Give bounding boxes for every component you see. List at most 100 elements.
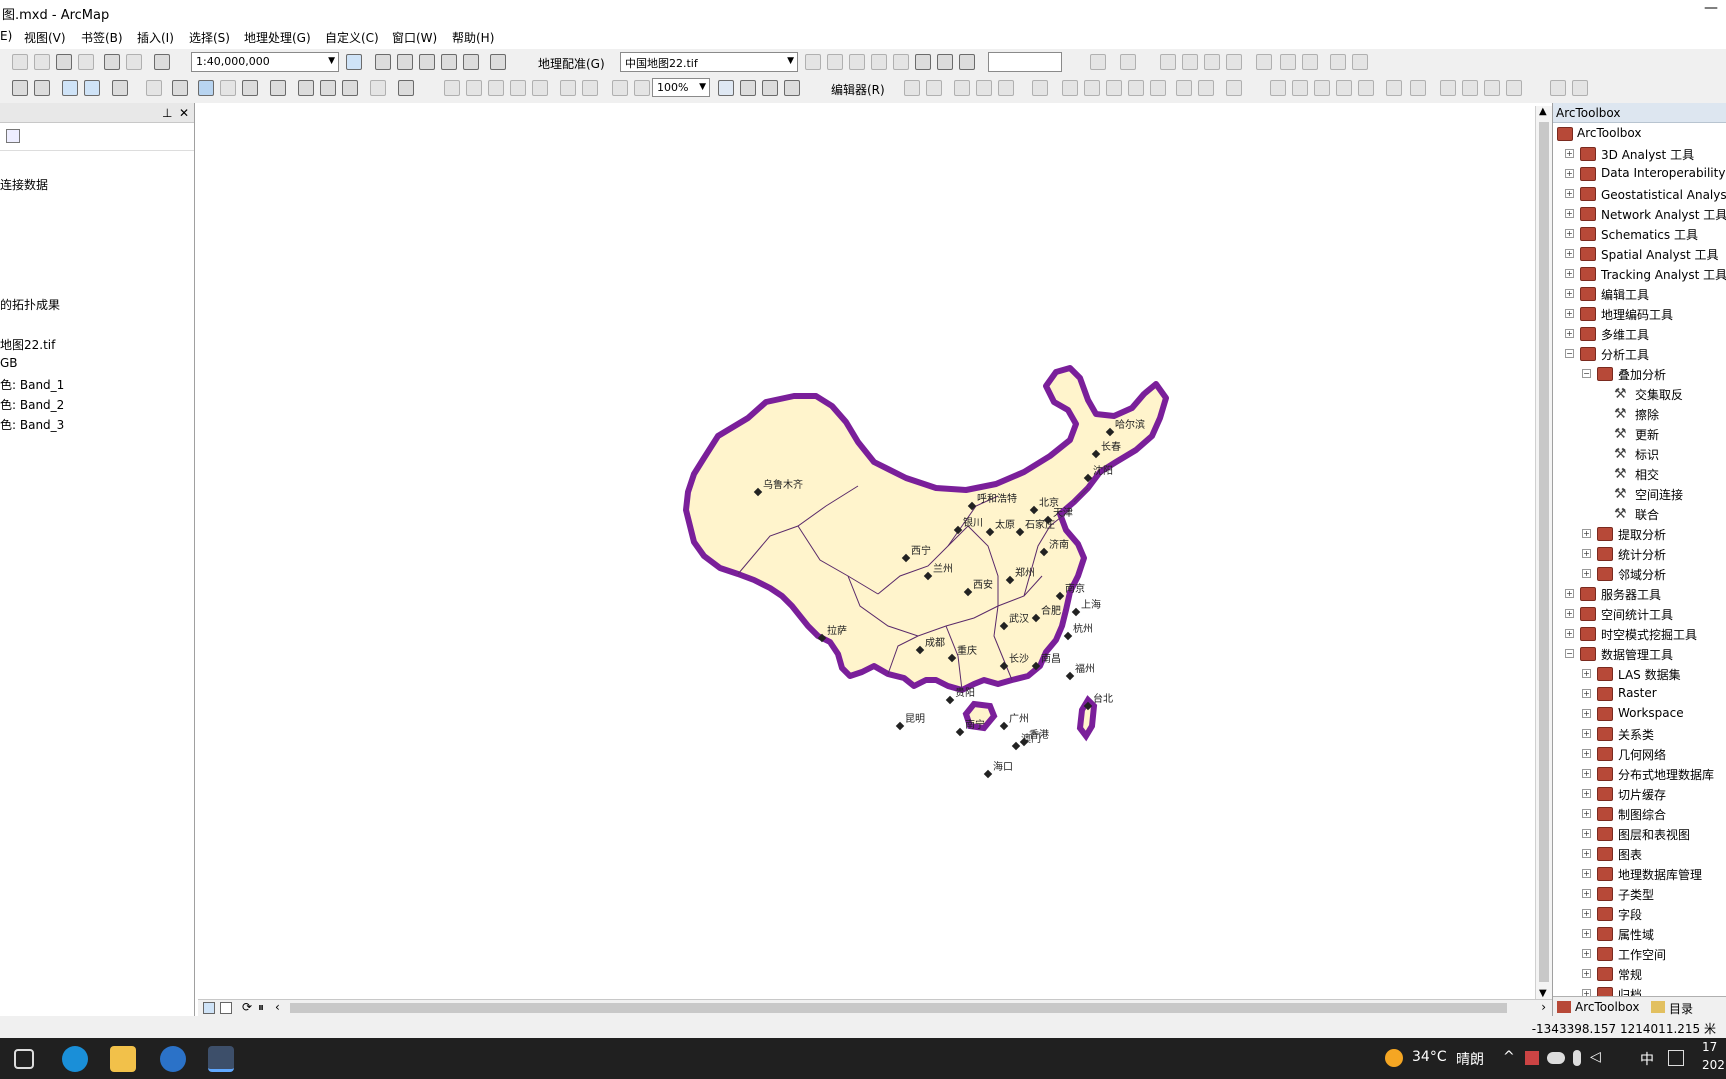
speaker-icon[interactable]: ◁ (1590, 1049, 1601, 1065)
clock-date[interactable]: 202 (1702, 1058, 1725, 1072)
expand-icon[interactable]: + (1565, 169, 1574, 178)
refresh-icon[interactable] (959, 54, 975, 70)
map-view[interactable]: 乌鲁木齐 哈尔滨 长春 沈阳 呼和浩特 北京 天津 银川 太原 石家庄 济南 西宁 兰州 西安 郑州 拉萨 成都… (198, 106, 1535, 999)
expand-icon[interactable]: + (1582, 929, 1591, 938)
flip-icon[interactable] (1160, 54, 1176, 70)
georeferencing-menu[interactable]: 地理配准(G) (538, 55, 605, 72)
weather-text[interactable]: 晴朗 (1456, 1049, 1484, 1069)
undo-icon[interactable] (104, 54, 120, 70)
pan-page-icon[interactable] (488, 80, 504, 96)
measure-icon[interactable] (270, 80, 286, 96)
forward-arrow-icon[interactable] (84, 80, 100, 96)
expand-icon[interactable]: + (1582, 849, 1591, 858)
expand-icon[interactable]: + (1582, 829, 1591, 838)
edit-tool-icon[interactable] (904, 80, 920, 96)
menu-selection[interactable]: 选择(S) (189, 29, 230, 46)
table-icon[interactable] (937, 54, 953, 70)
edge-browser-icon[interactable] (62, 1046, 88, 1072)
unlink-icon[interactable] (1352, 54, 1368, 70)
toggle-draft-icon[interactable] (718, 80, 734, 96)
clock-time[interactable]: 17 (1702, 1040, 1717, 1054)
editor-menu[interactable]: 编辑器(R) (831, 81, 885, 98)
menu-geoprocessing[interactable]: 地理处理(G) (244, 29, 311, 46)
search-app-icon[interactable] (160, 1046, 186, 1072)
shift-icon[interactable] (871, 54, 887, 70)
expand-icon[interactable]: + (1582, 769, 1591, 778)
globe-icon[interactable] (1090, 54, 1106, 70)
create-viewer-icon[interactable] (398, 80, 414, 96)
scroll-right-icon[interactable]: › (1541, 1000, 1546, 1014)
time-slider-icon[interactable] (370, 80, 386, 96)
next-extent-icon[interactable] (634, 80, 650, 96)
expand-icon[interactable]: + (1582, 749, 1591, 758)
expand-icon[interactable]: + (1582, 909, 1591, 918)
find-icon[interactable] (298, 80, 314, 96)
expand-icon[interactable]: + (1582, 569, 1591, 578)
expand-icon[interactable]: + (1565, 309, 1574, 318)
arcmap-taskbar-icon[interactable] (208, 1046, 234, 1072)
generalize-icon[interactable] (1440, 80, 1456, 96)
expand-icon[interactable]: + (1565, 289, 1574, 298)
cut-icon[interactable] (12, 54, 28, 70)
attributes-icon[interactable] (1176, 80, 1192, 96)
viewer-icon[interactable] (893, 54, 909, 70)
expand-icon[interactable]: + (1565, 209, 1574, 218)
redo-icon[interactable] (126, 54, 142, 70)
expand-icon[interactable]: + (1565, 189, 1574, 198)
collapse-icon[interactable]: − (1565, 649, 1574, 658)
delete-icon[interactable] (78, 54, 94, 70)
tab-arctoolbox[interactable]: ArcToolbox (1575, 1000, 1639, 1014)
merge-icon[interactable] (1280, 54, 1296, 70)
copy-icon[interactable] (34, 54, 50, 70)
expand-icon[interactable]: + (1565, 589, 1574, 598)
trace-icon[interactable] (998, 80, 1014, 96)
shared-features-icon[interactable] (1410, 80, 1426, 96)
point-icon[interactable] (1032, 80, 1048, 96)
microphone-icon[interactable] (1573, 1050, 1581, 1066)
map-vertical-scrollbar[interactable]: ▲ ▼ (1535, 106, 1552, 999)
topology-edit-icon[interactable] (1292, 80, 1308, 96)
rotate-icon[interactable] (849, 54, 865, 70)
straight-segment-icon[interactable] (954, 80, 970, 96)
expand-icon[interactable]: + (1582, 709, 1591, 718)
table-of-contents-icon[interactable] (375, 54, 391, 70)
fixed-zoom-out-icon[interactable] (582, 80, 598, 96)
select-elements-icon[interactable] (172, 80, 188, 96)
clear-selection-icon[interactable] (146, 80, 162, 96)
focus-data-frame-icon[interactable] (740, 80, 756, 96)
weather-temp[interactable]: 34°C (1412, 1049, 1447, 1065)
paste-icon[interactable] (56, 54, 72, 70)
expand-icon[interactable]: + (1582, 549, 1591, 558)
toc-item[interactable]: 连接数据 (0, 176, 48, 193)
link-icon[interactable] (1330, 54, 1346, 70)
reset-icon[interactable] (1226, 54, 1242, 70)
layout-view-icon[interactable] (220, 1002, 232, 1014)
expand-icon[interactable]: + (1582, 969, 1591, 978)
fixed-zoom-icon[interactable] (34, 80, 50, 96)
expand-icon[interactable]: + (1582, 949, 1591, 958)
expand-icon[interactable]: + (1565, 229, 1574, 238)
arctoolbox-icon[interactable] (441, 54, 457, 70)
route-icon[interactable] (320, 80, 336, 96)
split-icon[interactable] (1302, 54, 1318, 70)
zoom-100-icon[interactable] (532, 80, 548, 96)
editor-toolbar-icon[interactable] (346, 54, 362, 70)
georef-layer-select[interactable]: 中国地图22.tif ▼ (620, 52, 798, 72)
expand-icon[interactable]: + (1582, 889, 1591, 898)
edit-vertices-icon[interactable] (1062, 80, 1078, 96)
cloud-icon[interactable] (1547, 1052, 1565, 1064)
collapse-icon[interactable]: − (1582, 369, 1591, 378)
zoom-out-page-icon[interactable] (466, 80, 482, 96)
topology-icon[interactable] (1270, 80, 1286, 96)
expand-icon[interactable]: + (1565, 269, 1574, 278)
blank-input[interactable] (988, 52, 1062, 72)
expand-icon[interactable]: + (1582, 529, 1591, 538)
split-tool-icon[interactable] (1128, 80, 1144, 96)
ime-mode-icon[interactable] (1668, 1050, 1684, 1066)
filter-icon[interactable] (1120, 54, 1136, 70)
map-scale-select[interactable]: 1:40,000,000 ▼ (191, 52, 339, 72)
expand-icon[interactable]: + (1565, 609, 1574, 618)
fixed-zoom-in-icon[interactable] (560, 80, 576, 96)
previous-extent-icon[interactable] (612, 80, 628, 96)
ime-indicator[interactable]: 中 (1640, 1049, 1654, 1069)
